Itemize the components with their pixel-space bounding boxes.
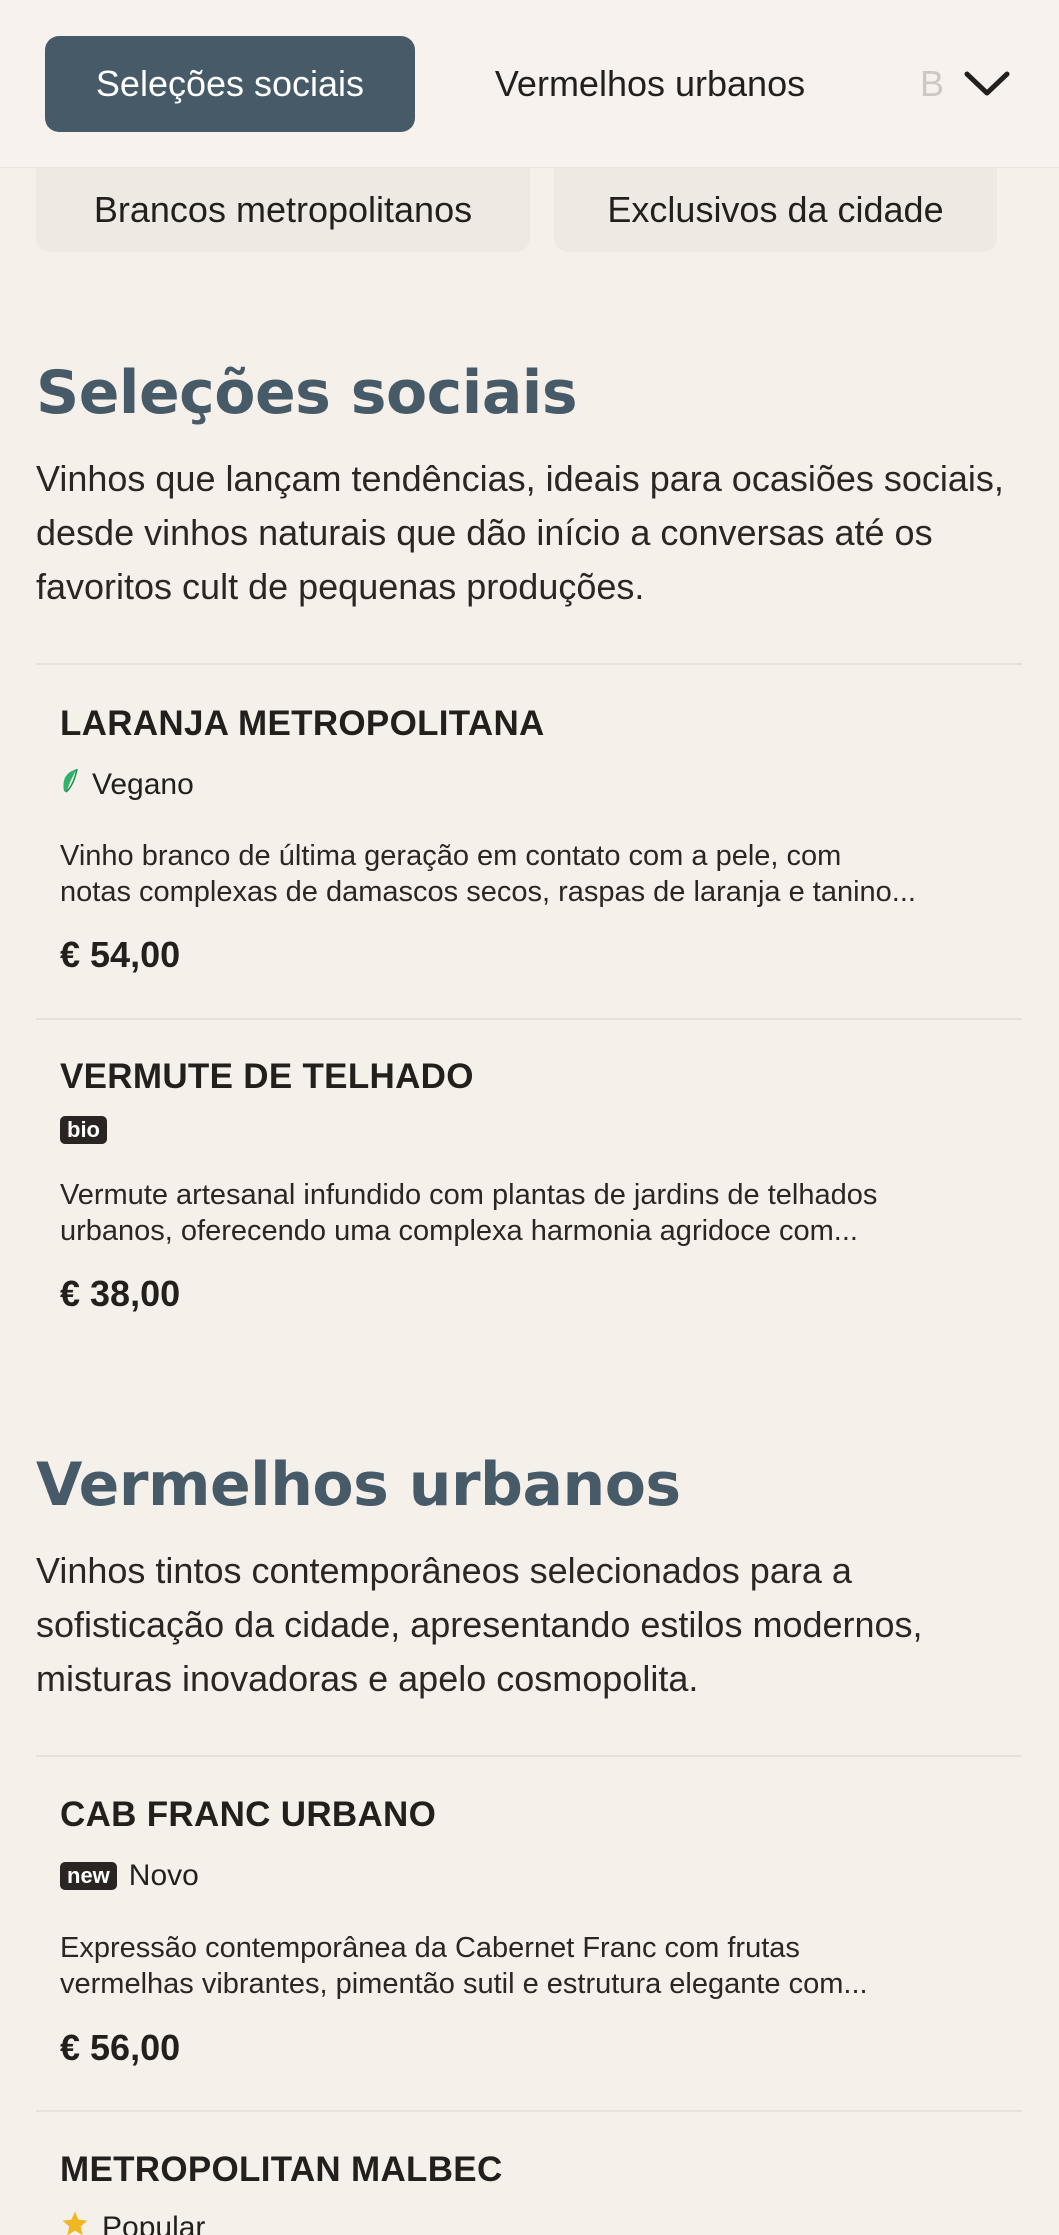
item-price: € 54,00 xyxy=(60,934,181,975)
item-description-line: urbanos, oferecendo uma complexa harmoni… xyxy=(60,1215,858,1247)
section-title: Vermelhos urbanos xyxy=(36,1450,681,1520)
item-description: Vermute artesanal infundido com plantas … xyxy=(60,1177,1010,1249)
item-description-line: vermelhas vibrantes, pimentão sutil e es… xyxy=(60,1968,868,2000)
item-description-line: Vermute artesanal infundido com plantas … xyxy=(60,1179,878,1211)
item-name: LARANJA METROPOLITANA xyxy=(60,704,545,743)
item-price: € 56,00 xyxy=(60,2027,181,2068)
section-description: Vinhos tintos contemporâneos selecionado… xyxy=(36,1550,923,1699)
app-root: Seleções sociais Vermelhos urbanos B Bra… xyxy=(0,0,1059,2235)
item-tags: bio xyxy=(60,1110,107,1150)
star-icon xyxy=(60,2209,90,2235)
bio-badge: bio xyxy=(60,1116,107,1144)
item-description: Vinho branco de última geração em contat… xyxy=(60,838,1010,910)
divider xyxy=(36,1018,1022,1020)
item-description-line: Vinho branco de última geração em contat… xyxy=(60,840,842,872)
item-price: € 38,00 xyxy=(60,1273,181,1314)
tab-selecoes-sociais[interactable]: Seleções sociais xyxy=(45,36,415,132)
tag-label: Popular xyxy=(102,2211,206,2235)
divider xyxy=(36,2110,1022,2112)
new-badge: new xyxy=(60,1862,117,1890)
leaf-icon xyxy=(60,767,80,803)
item-tags: new Novo xyxy=(60,1856,199,1896)
item-name: VERMUTE DE TELHADO xyxy=(60,1057,474,1096)
category-tab-bar: Seleções sociais Vermelhos urbanos B xyxy=(0,0,1059,168)
tag-label: Vegano xyxy=(92,768,194,801)
item-name: CAB FRANC URBANO xyxy=(60,1795,437,1834)
tag-label: Novo xyxy=(128,1859,199,1892)
divider xyxy=(36,663,1022,665)
item-description: Expressão contemporânea da Cabernet Fran… xyxy=(60,1930,1010,2002)
chip-exclusivos-da-cidade[interactable]: Exclusivos da cidade xyxy=(554,168,997,252)
item-tags: Vegano xyxy=(60,765,194,805)
section-title: Seleções sociais xyxy=(36,358,578,428)
item-description-line: notas complexas de damascos secos, raspa… xyxy=(60,876,916,908)
chip-brancos-metropolitanos[interactable]: Brancos metropolitanos xyxy=(36,168,530,252)
tab-vermelhos-urbanos[interactable]: Vermelhos urbanos xyxy=(460,36,840,132)
section-description: Vinhos que lançam tendências, ideais par… xyxy=(36,458,1004,607)
divider xyxy=(36,1755,1022,1757)
item-description-line: Expressão contemporânea da Cabernet Fran… xyxy=(60,1932,800,1964)
chevron-down-icon[interactable] xyxy=(955,52,1019,116)
category-chip-row: Brancos metropolitanos Exclusivos da cid… xyxy=(0,168,1059,252)
item-tags: Popular xyxy=(60,2208,205,2235)
item-name: METROPOLITAN MALBEC xyxy=(60,2150,503,2189)
